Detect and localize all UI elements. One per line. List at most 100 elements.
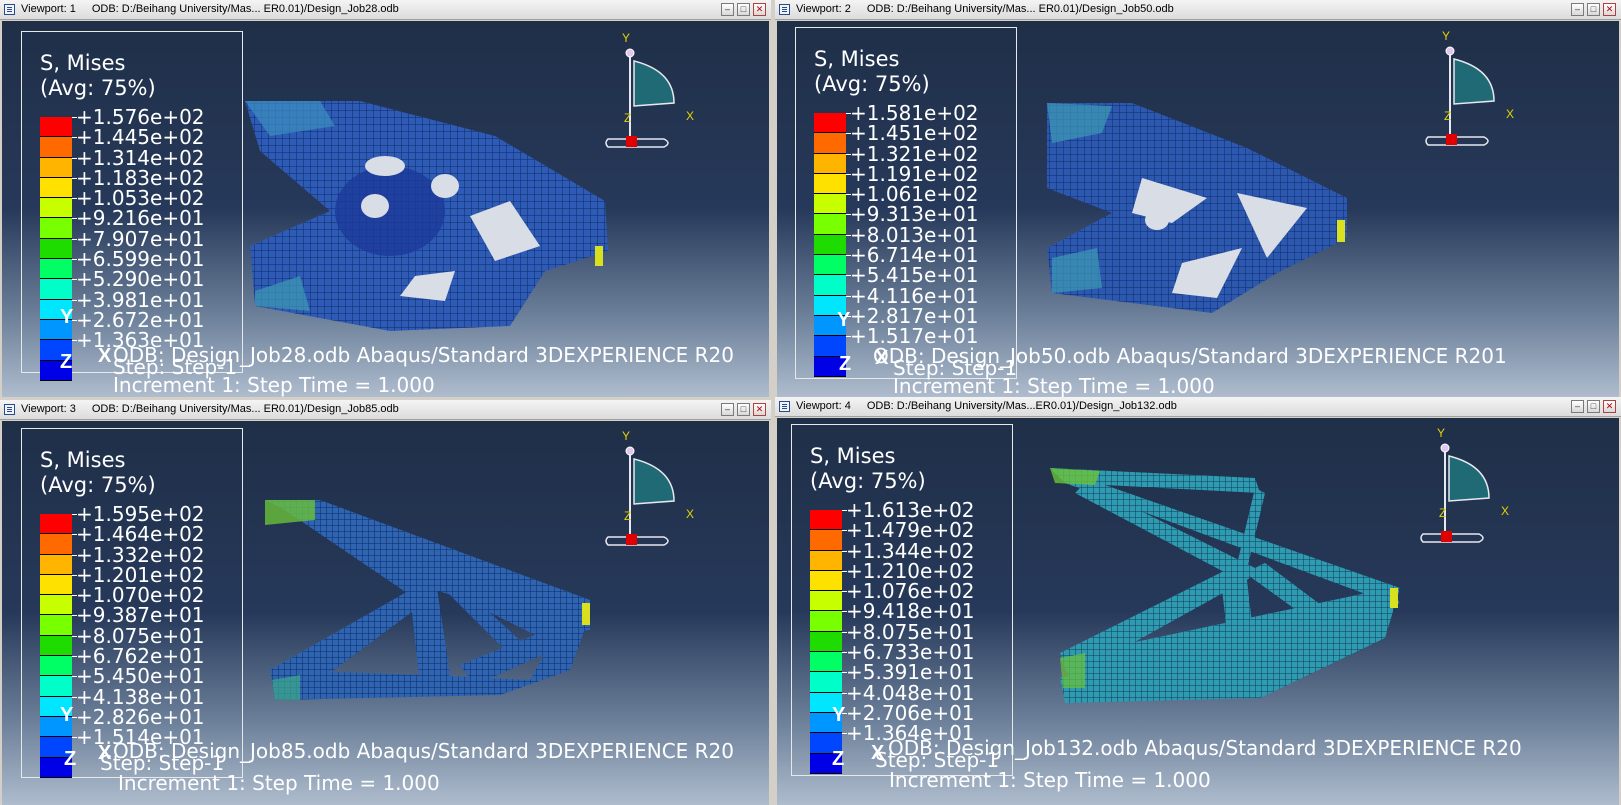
- color-bar-swatch: [40, 635, 72, 657]
- legend-value-text: +6.762e+01: [76, 644, 205, 669]
- viewport-canvas[interactable]: S, Mises (Avg: 75%) +1.576e+02 +1.445e+02…: [2, 21, 769, 397]
- color-bar-swatch: [40, 534, 72, 555]
- legend-value-text: +1.321e+02: [850, 141, 979, 166]
- increment-info-line: Increment 1: Step Time = 1.000: [113, 373, 435, 397]
- color-bar-swatch: [40, 615, 72, 636]
- maximize-button[interactable]: □: [737, 403, 750, 416]
- viewport-title-text: Viewport: 3 ODB: D:/Beihang University/Ma…: [21, 403, 399, 415]
- axis-y-label: Y: [837, 309, 851, 331]
- legend-value-text: +1.576e+02: [76, 105, 205, 129]
- color-bar-swatch: [814, 113, 846, 134]
- axis-y-label: Y: [60, 704, 74, 726]
- triad-x-label: X: [1501, 504, 1510, 518]
- color-bar-swatch: [810, 611, 842, 632]
- minimize-button[interactable]: ‒: [1571, 3, 1584, 16]
- color-bar-swatch: [40, 656, 72, 677]
- viewport-4[interactable]: Viewport: 4 ODB: D:/Beihang University/Ma…: [775, 397, 1621, 805]
- legend-value-text: +2.706e+01: [846, 700, 975, 725]
- viewport-menu-icon[interactable]: [779, 4, 790, 15]
- legend-title: S, Mises: [40, 448, 126, 472]
- color-bar-swatch: [814, 255, 846, 276]
- legend-value-text: +1.332e+02: [76, 542, 205, 567]
- viewport-titlebar[interactable]: Viewport: 2 ODB: D:/Beihang University/Ma…: [775, 0, 1621, 20]
- viewport-titlebar[interactable]: Viewport: 4 ODB: D:/Beihang University/Ma…: [775, 397, 1621, 417]
- increment-info-line: Increment 1: Step Time = 1.000: [893, 374, 1215, 397]
- close-button[interactable]: ✕: [1603, 400, 1616, 413]
- fe-model-mesh[interactable]: [1045, 463, 1415, 713]
- legend-value-text: +8.075e+01: [76, 623, 205, 648]
- close-button[interactable]: ✕: [753, 403, 766, 416]
- legend-value-text: +8.075e+01: [846, 619, 975, 644]
- fe-model-mesh[interactable]: [1042, 98, 1362, 318]
- contour-legend: S, Mises (Avg: 75%) +1.613e+02 +1.479e+02…: [791, 424, 1013, 776]
- viewport-2[interactable]: Viewport: 2 ODB: D:/Beihang University/Ma…: [775, 0, 1621, 397]
- maximize-button[interactable]: □: [1587, 3, 1600, 16]
- maximize-button[interactable]: □: [737, 3, 750, 16]
- minimize-button[interactable]: ‒: [721, 403, 734, 416]
- triad-z-label: Z: [624, 509, 632, 523]
- legend-value-text: +5.415e+01: [850, 263, 979, 288]
- viewport-titlebar[interactable]: Viewport: 3 ODB: D:/Beihang University/Ma…: [0, 400, 771, 420]
- color-bar-swatch: [810, 631, 842, 653]
- axis-x-label: X: [98, 345, 112, 367]
- axis-z-label: Z: [60, 351, 73, 373]
- legend-value-text: +1.070e+02: [76, 583, 205, 608]
- color-bar-swatch: [40, 514, 72, 535]
- legend-value-text: +1.183e+02: [76, 165, 205, 190]
- color-bar-swatch: [40, 574, 72, 596]
- color-bar-swatch: [810, 570, 842, 592]
- legend-value-text: +1.581e+02: [850, 101, 979, 125]
- contour-legend: S, Mises (Avg: 75%) +1.576e+02 +1.445e+02…: [21, 31, 243, 381]
- legend-value-text: +1.613e+02: [846, 498, 975, 522]
- triad-y-label: Y: [1442, 29, 1451, 43]
- fe-model-mesh[interactable]: [240, 96, 620, 336]
- viewport-3[interactable]: Viewport: 3 ODB: D:/Beihang University/Ma…: [0, 400, 771, 805]
- color-bar-swatch: [40, 117, 72, 138]
- triad-x-label: X: [686, 507, 695, 521]
- color-bar-swatch: [814, 194, 846, 215]
- viewport-titlebar[interactable]: Viewport: 1 ODB: D:/Beihang University/Ma…: [0, 0, 771, 20]
- maximize-button[interactable]: □: [1587, 400, 1600, 413]
- legend-value-text: +1.464e+02: [76, 522, 205, 547]
- legend-value-text: +6.599e+01: [76, 247, 205, 272]
- color-bar-swatch: [40, 218, 72, 239]
- triad-z-label: Z: [1444, 109, 1452, 123]
- legend-value-text: +1.053e+02: [76, 186, 205, 211]
- legend-value-text: +1.344e+02: [846, 538, 975, 563]
- viewport-menu-icon[interactable]: [4, 4, 15, 15]
- axis-y-label: Y: [60, 306, 74, 328]
- close-button[interactable]: ✕: [1603, 3, 1616, 16]
- increment-info-line: Increment 1: Step Time = 1.000: [889, 768, 1211, 792]
- minimize-button[interactable]: ‒: [721, 3, 734, 16]
- color-bar: [40, 117, 72, 381]
- legend-value-text: +4.048e+01: [846, 680, 975, 705]
- color-bar-swatch: [40, 137, 72, 158]
- fe-model-mesh[interactable]: [260, 495, 600, 715]
- viewport-canvas[interactable]: S, Mises (Avg: 75%) +1.613e+02 +1.479e+02…: [777, 418, 1619, 805]
- viewport-canvas[interactable]: S, Mises (Avg: 75%) +1.581e+02 +1.451e+02…: [777, 21, 1619, 397]
- viewport-canvas[interactable]: S, Mises (Avg: 75%) +1.595e+02 +1.464e+02…: [2, 421, 769, 805]
- viewport-menu-icon[interactable]: [4, 404, 15, 415]
- legend-value-text: +7.907e+01: [76, 226, 205, 251]
- legend-value-text: +1.314e+02: [76, 145, 205, 170]
- viewport-1[interactable]: Viewport: 1 ODB: D:/Beihang University/Ma…: [0, 0, 771, 397]
- view-triad-icon: Y X Z: [602, 31, 694, 156]
- color-bar-swatch: [40, 157, 72, 178]
- color-bar-swatch: [40, 198, 72, 219]
- minimize-button[interactable]: ‒: [1571, 400, 1584, 413]
- legend-value-text: +1.479e+02: [846, 518, 975, 543]
- view-triad-icon: Y X Z: [1422, 29, 1514, 154]
- legend-value-text: +1.201e+02: [76, 562, 205, 587]
- color-bar-swatch: [810, 550, 842, 571]
- legend-value-text: +1.595e+02: [76, 502, 205, 526]
- triad-x-label: X: [1506, 107, 1515, 121]
- color-bar-swatch: [40, 595, 72, 616]
- color-bar-swatch: [40, 238, 72, 260]
- viewport-menu-icon[interactable]: [779, 401, 790, 412]
- close-button[interactable]: ✕: [753, 3, 766, 16]
- color-bar-swatch: [810, 652, 842, 673]
- legend-value-text: +5.391e+01: [846, 660, 975, 685]
- legend-subtitle: (Avg: 75%): [40, 76, 156, 100]
- color-bar-swatch: [814, 234, 846, 256]
- viewport-title-text: Viewport: 2 ODB: D:/Beihang University/Ma…: [796, 3, 1174, 15]
